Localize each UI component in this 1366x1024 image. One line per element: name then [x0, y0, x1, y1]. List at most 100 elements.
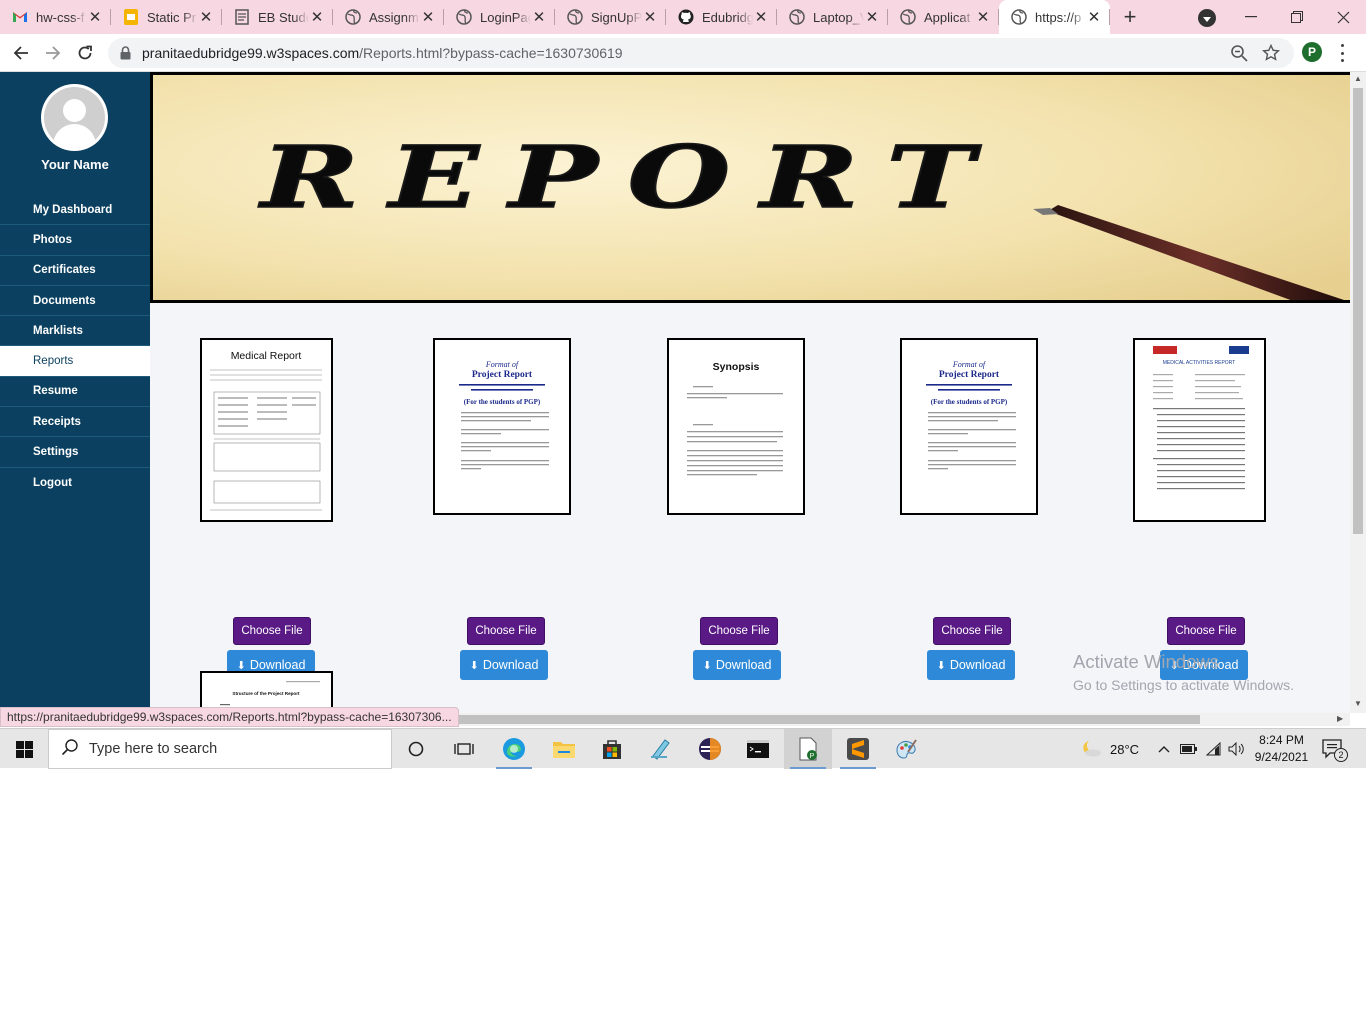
tab-title: Edubridg	[702, 9, 753, 25]
tab-title: LoginPag	[480, 9, 531, 25]
scroll-down-icon[interactable]: ▼	[1354, 699, 1362, 708]
tab-search-icon[interactable]	[1198, 9, 1216, 27]
tab-strip: hw-css-f ✕ Static Pr ✕ EB Stude ✕ Assign…	[0, 0, 1366, 34]
windows-start-button[interactable]	[0, 729, 48, 769]
tab-title: SignUpP	[591, 9, 642, 25]
restore-icon[interactable]	[1274, 0, 1320, 34]
close-icon[interactable]: ✕	[753, 8, 769, 26]
choose-file-button[interactable]: Choose File	[467, 617, 545, 645]
report-preview: Medical Report	[210, 350, 322, 511]
close-icon[interactable]: ✕	[87, 8, 103, 26]
system-clock[interactable]: 8:24 PM 9/24/2021	[1244, 732, 1319, 766]
browser-tab[interactable]: Static Pr ✕	[111, 0, 222, 34]
close-icon[interactable]: ✕	[531, 8, 547, 26]
browser-tab[interactable]: Assignm ✕	[333, 0, 444, 34]
page-viewport: Your Name My Dashboard Photos Certificat…	[0, 72, 1350, 713]
browser-tab[interactable]: Edubridg ✕	[666, 0, 777, 34]
sublime-text-icon[interactable]	[834, 729, 882, 769]
sidebar-item-documents[interactable]: Documents	[0, 286, 150, 317]
sidebar-item-certificates[interactable]: Certificates	[0, 256, 150, 286]
close-icon[interactable]: ✕	[642, 8, 658, 26]
wifi-icon[interactable]	[1206, 729, 1222, 769]
battery-icon[interactable]	[1180, 729, 1198, 769]
notification-center[interactable]: 2	[1322, 729, 1348, 769]
scroll-thumb[interactable]	[450, 715, 1200, 724]
report-thumb-title: MEDICAL ACTIVITIES REPORT	[1163, 360, 1236, 366]
temperature: 28°C	[1110, 741, 1140, 757]
forward-icon[interactable]	[40, 41, 66, 65]
browser-tab[interactable]: SignUpP ✕	[555, 0, 666, 34]
volume-icon[interactable]	[1228, 729, 1244, 769]
download-button[interactable]: ⬇ Download	[460, 650, 548, 680]
edge-icon[interactable]	[490, 729, 538, 769]
chrome-profile-icon[interactable]: P	[784, 729, 832, 769]
browser-tab-active[interactable]: https://p ✕	[999, 0, 1110, 34]
user-avatar[interactable]	[41, 84, 108, 151]
close-icon[interactable]: ✕	[198, 8, 214, 26]
file-explorer-icon[interactable]	[540, 729, 588, 769]
address-bar[interactable]: pranitaedubridge99.w3spaces.com/Reports.…	[108, 38, 1294, 68]
close-window-icon[interactable]	[1320, 0, 1366, 34]
user-icon	[44, 87, 105, 148]
browser-tab[interactable]: Laptop_V ✕	[777, 0, 888, 34]
eclipse-icon[interactable]	[686, 729, 734, 769]
choose-file-button[interactable]: Choose File	[233, 617, 311, 645]
report-thumbnail[interactable]: Medical Report	[200, 338, 333, 522]
browser-tab[interactable]: Applicat ✕	[888, 0, 999, 34]
scroll-thumb[interactable]	[1353, 88, 1363, 534]
sidebar-item-receipts[interactable]: Receipts	[0, 407, 150, 438]
tab-title: Applicat	[924, 9, 971, 25]
browser-tab[interactable]: LoginPag ✕	[444, 0, 555, 34]
cortana-icon[interactable]	[392, 729, 440, 769]
close-icon[interactable]: ✕	[975, 8, 991, 26]
download-label: Download	[949, 658, 1006, 672]
scroll-right-icon[interactable]: ▶	[1337, 714, 1343, 723]
user-name: Your Name	[41, 157, 109, 172]
choose-file-button[interactable]: Choose File	[933, 617, 1011, 645]
search-icon	[61, 738, 79, 761]
back-icon[interactable]	[8, 41, 34, 65]
reload-icon[interactable]	[72, 41, 98, 65]
download-button[interactable]: ⬇ Download	[693, 650, 781, 680]
download-button[interactable]: ⬇ Download	[927, 650, 1015, 680]
browser-tab[interactable]: EB Stude ✕	[222, 0, 333, 34]
terminal-icon[interactable]	[734, 729, 782, 769]
sidebar-item-marklists[interactable]: Marklists	[0, 316, 150, 347]
report-thumbnail[interactable]: Format of Project Report (For the studen…	[900, 338, 1038, 515]
clock-time: 8:24 PM	[1259, 733, 1304, 747]
chevron-up-icon[interactable]	[1158, 729, 1170, 769]
notepad-icon[interactable]	[636, 729, 684, 769]
choose-file-button[interactable]: Choose File	[1167, 617, 1245, 645]
sidebar-item-resume[interactable]: Resume	[0, 377, 150, 408]
weather-widget[interactable]: 28°C	[1080, 729, 1139, 769]
tab-title: hw-css-f	[36, 9, 85, 25]
close-icon[interactable]: ✕	[1086, 8, 1102, 26]
store-icon[interactable]	[588, 729, 636, 769]
task-view-icon[interactable]	[440, 729, 488, 769]
sidebar-item-dashboard[interactable]: My Dashboard	[0, 195, 150, 226]
taskbar-search[interactable]: Type here to search	[48, 729, 392, 769]
paint-icon[interactable]	[882, 729, 930, 769]
sidebar-item-reports[interactable]: Reports	[0, 346, 150, 377]
profile-avatar[interactable]: P	[1302, 42, 1322, 62]
report-thumbnail[interactable]: MEDICAL ACTIVITIES REPORT	[1133, 338, 1266, 522]
new-tab-button[interactable]: +	[1110, 0, 1150, 34]
choose-file-button[interactable]: Choose File	[700, 617, 778, 645]
close-icon[interactable]: ✕	[309, 8, 325, 26]
report-thumbnail[interactable]: Format of Project Report (For the studen…	[433, 338, 571, 515]
sidebar-item-logout[interactable]: Logout	[0, 468, 150, 498]
report-thumbnail[interactable]: Synopsis	[667, 338, 805, 515]
lock-icon[interactable]	[120, 46, 131, 65]
zoom-icon[interactable]	[1230, 44, 1248, 62]
bookmark-star-icon[interactable]	[1261, 43, 1281, 62]
browser-tab[interactable]: hw-css-f ✕	[0, 0, 111, 34]
minimize-icon[interactable]	[1228, 0, 1274, 34]
sidebar-item-photos[interactable]: Photos	[0, 225, 150, 256]
close-icon[interactable]: ✕	[420, 8, 436, 26]
scroll-up-icon[interactable]: ▲	[1354, 74, 1362, 83]
vertical-scrollbar[interactable]: ▲ ▼	[1350, 72, 1366, 713]
tab-title: https://p	[1035, 9, 1082, 25]
sidebar-item-settings[interactable]: Settings	[0, 437, 150, 468]
close-icon[interactable]: ✕	[864, 8, 880, 26]
menu-icon[interactable]	[1340, 44, 1344, 62]
